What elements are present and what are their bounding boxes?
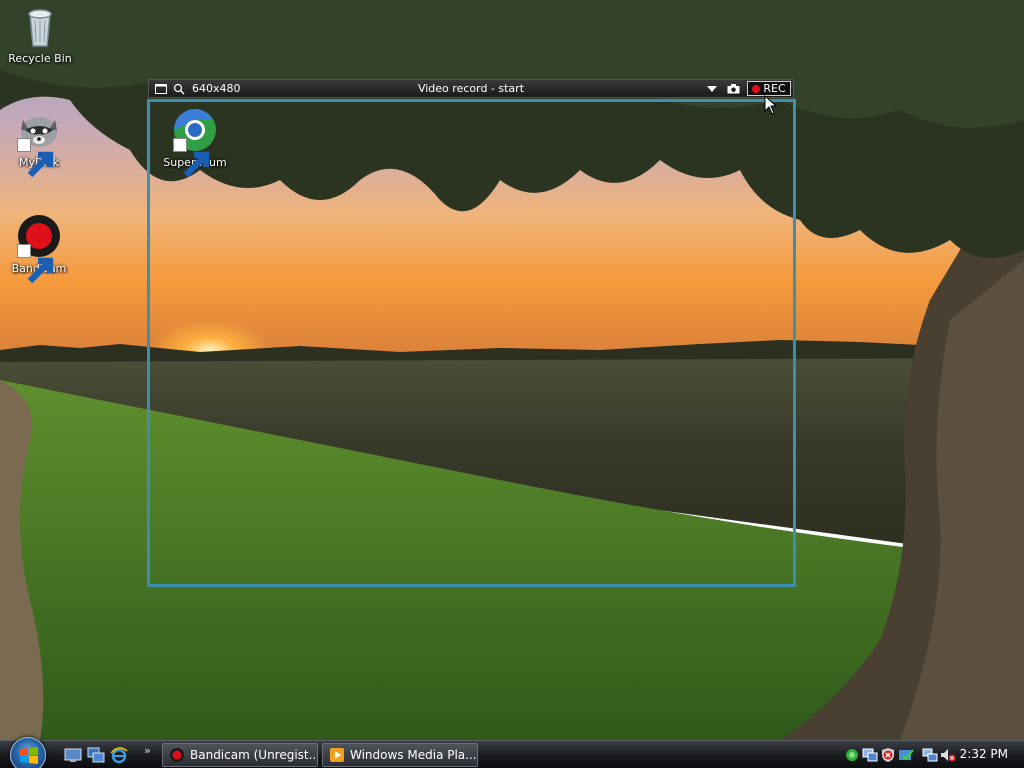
record-button[interactable]: REC [747, 81, 791, 96]
raccoon-icon [15, 106, 63, 178]
display-settings-icon[interactable] [862, 747, 878, 763]
record-label: REC [763, 82, 786, 95]
system-tray: 2:32 PM [838, 741, 1024, 768]
desktop-icon-bandicam[interactable]: Bandicam [0, 212, 79, 284]
mouse-cursor-icon [764, 94, 778, 115]
capture-title: Video record - start [417, 82, 525, 95]
fullscreen-toggle-icon[interactable] [152, 80, 170, 97]
desktop-icon-mydick[interactable]: MyDick [0, 106, 79, 178]
update-check-icon[interactable] [898, 747, 914, 763]
capture-toolbar[interactable]: 640x480 Video record - start REC [148, 79, 794, 98]
desktop-icon-recycle-bin[interactable]: Recycle Bin [0, 2, 80, 65]
taskbar-button-bandicam[interactable]: Bandicam (Unregist... [162, 743, 318, 767]
show-desktop-icon[interactable] [64, 746, 82, 764]
media-player-icon [330, 748, 344, 762]
network-connection-icon[interactable] [922, 747, 938, 763]
taskbar-button-media-player[interactable]: Windows Media Pla... [322, 743, 478, 767]
taskbar-button-label: Windows Media Pla... [350, 748, 477, 762]
desktop-icon-label: Recycle Bin [8, 52, 72, 65]
internet-explorer-icon[interactable] [110, 746, 128, 764]
quick-launch-more[interactable]: » [144, 744, 151, 757]
volume-muted-icon[interactable] [940, 747, 956, 763]
bandicam-icon [15, 212, 63, 284]
capture-size-label[interactable]: 640x480 [188, 80, 241, 97]
record-dot-icon [752, 84, 761, 93]
capture-area-frame[interactable] [147, 99, 796, 587]
taskbar: » Bandicam (Unregist... Windows Media Pl… [0, 737, 1024, 768]
network-status-icon[interactable] [844, 747, 860, 763]
start-button[interactable] [10, 737, 46, 768]
dropdown-arrow-icon[interactable] [705, 80, 719, 97]
shortcut-arrow-icon [17, 244, 54, 284]
switch-windows-icon[interactable] [87, 746, 105, 764]
recycle-bin-icon [16, 2, 64, 50]
security-alert-icon[interactable] [880, 747, 896, 763]
screenshot-camera-icon[interactable] [725, 80, 741, 97]
windows-logo-icon [20, 747, 38, 764]
shortcut-arrow-icon [17, 138, 54, 178]
magnifier-icon[interactable] [170, 80, 188, 97]
taskbar-clock[interactable]: 2:32 PM [960, 747, 1008, 761]
taskbar-button-label: Bandicam (Unregist... [190, 748, 318, 762]
bandicam-icon [170, 748, 184, 762]
